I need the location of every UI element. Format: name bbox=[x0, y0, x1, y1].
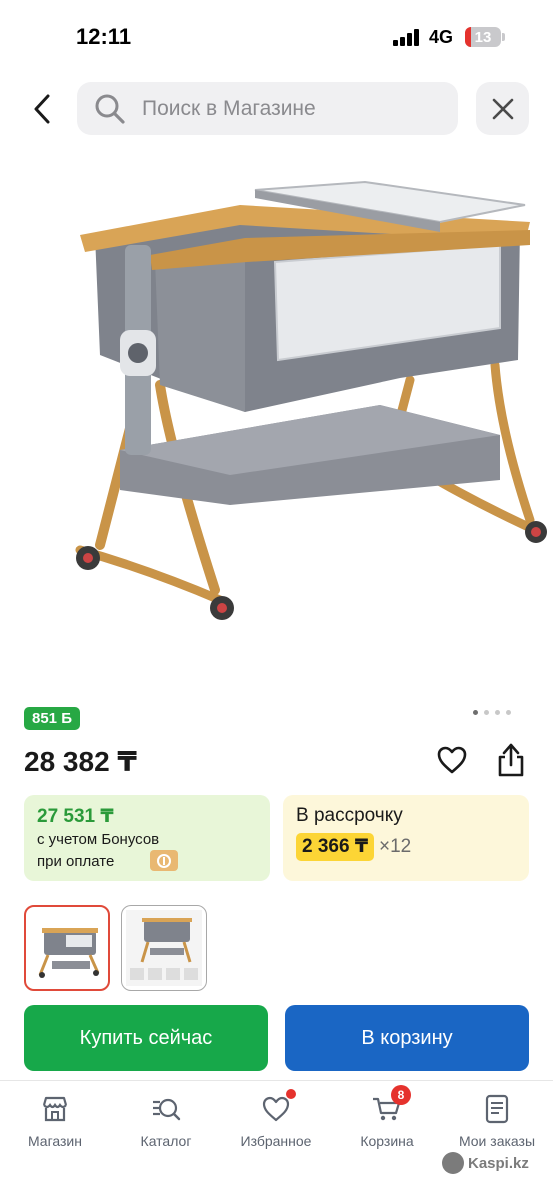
battery-tip bbox=[502, 33, 505, 41]
thumbnail-1[interactable] bbox=[24, 905, 110, 991]
network-type: 4G bbox=[429, 27, 454, 47]
crib-illustration bbox=[75, 180, 547, 620]
catalog-search-icon bbox=[153, 1098, 181, 1121]
bottom-tab-bar: Магазин Каталог Избранное 8 Корзина Мои … bbox=[0, 1080, 553, 1200]
installment-amount: 2 366 ₸ bbox=[296, 833, 375, 861]
image-pagination bbox=[473, 710, 511, 716]
installment-card[interactable]: В рассрочку 2 366 ₸ ×12 bbox=[283, 795, 529, 881]
bonus-badge: 851 Б bbox=[24, 707, 80, 730]
crib-thumbnail-icon bbox=[38, 928, 100, 978]
share-icon bbox=[498, 743, 524, 777]
favorite-button[interactable] bbox=[435, 743, 469, 777]
installment-months: ×12 bbox=[379, 836, 412, 857]
pagination-dot[interactable] bbox=[495, 710, 500, 715]
tab-favorites[interactable]: Избранное bbox=[221, 1089, 331, 1149]
search-icon bbox=[95, 94, 125, 124]
add-to-cart-button[interactable]: В корзину bbox=[285, 1005, 529, 1071]
orders-icon bbox=[485, 1094, 509, 1124]
tab-label: Магазин bbox=[27, 1133, 82, 1149]
close-button[interactable] bbox=[476, 82, 529, 135]
chevron-left-icon bbox=[34, 94, 50, 124]
close-icon bbox=[492, 98, 513, 119]
tab-label: Избранное bbox=[240, 1133, 312, 1149]
watermark-text: Kaspi.kz bbox=[468, 1154, 529, 1172]
bonus-price-card[interactable]: 27 531 ₸ с учетом Бонусов при оплате bbox=[24, 795, 270, 881]
bonus-line-1: с учетом Бонусов bbox=[37, 831, 160, 848]
buy-now-button[interactable]: Купить сейчас bbox=[24, 1005, 268, 1071]
product-image[interactable] bbox=[0, 150, 553, 660]
tab-label: Корзина bbox=[360, 1133, 414, 1149]
crib-features-thumbnail-icon bbox=[126, 910, 202, 986]
battery-level: 13 bbox=[474, 29, 492, 46]
battery-icon: 13 bbox=[465, 27, 501, 47]
status-time: 12:11 bbox=[76, 24, 132, 49]
back-button[interactable] bbox=[22, 84, 62, 134]
tab-cart[interactable]: 8 Корзина bbox=[332, 1085, 442, 1149]
installment-title: В рассрочку bbox=[296, 805, 403, 826]
tab-store[interactable]: Магазин bbox=[0, 1093, 110, 1149]
signal-icon bbox=[393, 28, 421, 46]
kaspi-watermark: Kaspi.kz bbox=[442, 1152, 529, 1174]
search-placeholder: Поиск в Магазине bbox=[142, 97, 316, 120]
bonus-line-2: при оплате bbox=[37, 853, 115, 870]
cart-count-badge: 8 bbox=[391, 1085, 411, 1105]
search-input[interactable]: Поиск в Магазине bbox=[77, 82, 458, 135]
pagination-dot[interactable] bbox=[506, 710, 511, 715]
pagination-dot[interactable] bbox=[484, 710, 489, 715]
kaspi-gold-icon bbox=[150, 850, 178, 871]
tab-label: Мои заказы bbox=[458, 1133, 536, 1149]
pagination-dot[interactable] bbox=[473, 710, 478, 715]
store-icon bbox=[42, 1096, 68, 1122]
product-price: 28 382 ₸ bbox=[24, 746, 137, 777]
bonus-price: 27 531 ₸ bbox=[37, 806, 114, 827]
kaspi-logo-icon bbox=[442, 1152, 464, 1174]
heart-icon bbox=[437, 746, 467, 774]
tab-label: Каталог bbox=[140, 1133, 192, 1149]
favorites-indicator-dot bbox=[286, 1089, 296, 1099]
thumbnail-2[interactable] bbox=[121, 905, 207, 991]
tab-catalog[interactable]: Каталог bbox=[111, 1093, 221, 1149]
tab-orders[interactable]: Мои заказы bbox=[442, 1093, 552, 1149]
status-bar: 12:11 4G 13 bbox=[0, 0, 553, 72]
share-button[interactable] bbox=[494, 741, 528, 779]
